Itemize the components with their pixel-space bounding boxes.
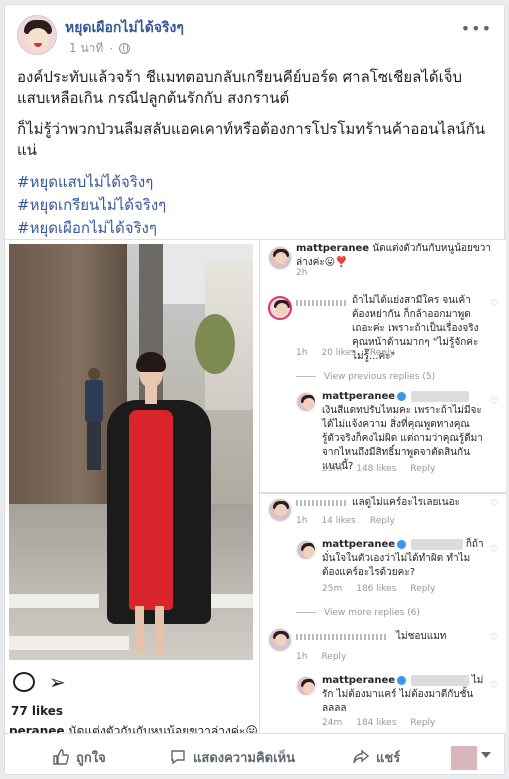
- verified-icon: [397, 675, 407, 685]
- comment-button[interactable]: แสดงความคิดเห็น: [170, 744, 295, 770]
- comment-meta: 2h: [296, 268, 308, 278]
- post-text-paragraph-2: ก็ไม่รู้ว่าพวกป่วนลืมสลับแอคเคาท์หรือต้อ…: [17, 120, 485, 159]
- comment-label: แสดงความคิดเห็น: [193, 750, 296, 766]
- comment-user: mattperanee: [322, 539, 396, 550]
- like-button[interactable]: ถูกใจ: [53, 744, 106, 770]
- page-name-link[interactable]: หยุดเผือกไม่ได้จริงๆ: [65, 17, 184, 39]
- like-label: ถูกใจ: [76, 750, 106, 766]
- view-more-replies[interactable]: View more replies (6): [296, 608, 420, 618]
- comment-bubble-icon: [13, 672, 35, 692]
- verified-icon: [397, 539, 407, 549]
- avatar: [268, 498, 292, 522]
- avatar: [268, 628, 292, 652]
- post-card: หยุดเผือกไม่ได้จริงๆ 1 นาที · ••• องค์ปร…: [4, 4, 506, 775]
- hashtag-link[interactable]: #หยุดแสบไม่ได้จริงๆ: [17, 171, 490, 194]
- comment-text: แลดูไม่แคร์อะไรเลยเนอะ: [352, 497, 461, 508]
- comment-text: เงินสีแดทปรับไหมคะ เพราะถ้าไม่มีจะได้ไม่…: [322, 405, 483, 472]
- avatar: [296, 392, 316, 412]
- woman-in-red-dress: [87, 338, 213, 660]
- heart-icon[interactable]: ♡: [490, 500, 499, 509]
- hashtag-link[interactable]: #หยุดเผือกไม่ได้จริงๆ: [17, 217, 490, 240]
- comment-text: ไม่ชอบแมท: [396, 631, 447, 642]
- share-label: แชร์: [376, 750, 401, 766]
- share-button[interactable]: แชร์: [353, 744, 400, 770]
- heart-icon[interactable]: ♡: [490, 682, 499, 691]
- view-previous-replies[interactable]: View previous replies (5): [296, 372, 435, 382]
- comment-meta: 1h 14 likes Reply: [296, 516, 395, 526]
- comment-icon: [170, 749, 186, 765]
- instagram-caption: peranee นัดแต่งตัวกันกับหนูน้อยขวาล่างค่…: [9, 724, 258, 734]
- chevron-down-icon[interactable]: [481, 752, 491, 758]
- avatar: [296, 676, 316, 696]
- comment-meta: 1h 20 likes Reply: [296, 348, 395, 358]
- post-meta: 1 นาที ·: [69, 39, 131, 58]
- comment-meta: 59m 148 likes Reply: [322, 464, 436, 474]
- post-text: องค์ประทับแล้วจร้า ชีแมทตอบกลับเกรียนคีย…: [17, 67, 490, 240]
- avatar: [296, 540, 316, 560]
- avatar: [268, 246, 292, 270]
- comments-screenshot-2: แลดูไม่แคร์อะไรเลยเนอะ ♡ 1h 14 likes Reply…: [260, 492, 506, 733]
- instagram-photo-panel: ➢ 77 likes peranee นัดแต่งตัวกันกับหนูน้…: [5, 240, 258, 734]
- avatar: [268, 296, 292, 320]
- post-timestamp[interactable]: 1 นาที: [69, 39, 103, 58]
- heart-icon[interactable]: ♡: [490, 398, 499, 407]
- comment-user: mattperanee: [296, 243, 370, 254]
- instagram-likes: 77 likes: [11, 704, 64, 718]
- heart-icon[interactable]: ♡: [490, 634, 499, 643]
- globe-icon[interactable]: [119, 43, 131, 54]
- verified-icon: [397, 391, 407, 401]
- profile-selector-avatar[interactable]: [451, 746, 477, 770]
- post-image[interactable]: ➢ 77 likes peranee นัดแต่งตัวกันกับหนูน้…: [5, 239, 506, 734]
- send-icon: ➢: [49, 670, 66, 694]
- share-icon: [353, 749, 370, 765]
- comment-meta: 1h Reply: [296, 652, 347, 662]
- street-photo: [9, 244, 253, 660]
- comments-screenshot-1: mattperanee นัดแต่งตัวกันกับหนูน้อยขวาล่…: [260, 240, 506, 490]
- page-avatar[interactable]: [17, 15, 57, 55]
- heart-icon[interactable]: ♡: [490, 300, 499, 309]
- hashtag-link[interactable]: #หยุดเกรียนไม่ได้จริงๆ: [17, 194, 490, 217]
- thumbs-up-icon: [53, 749, 69, 765]
- post-header: หยุดเผือกไม่ได้จริงๆ 1 นาที · •••: [17, 15, 492, 61]
- post-text-paragraph-1: องค์ประทับแล้วจร้า ชีแมทตอบกลับเกรียนคีย…: [17, 68, 463, 107]
- instagram-comments-panel: mattperanee นัดแต่งตัวกันกับหนูน้อยขวาล่…: [259, 240, 506, 733]
- heart-icon[interactable]: ♡: [490, 546, 499, 555]
- comment-user: mattperanee: [322, 391, 396, 402]
- comment-meta: 25m 186 likes Reply: [322, 584, 436, 594]
- instagram-actions: ➢: [11, 670, 251, 694]
- comment-user: mattperanee: [322, 675, 396, 686]
- hashtags: #หยุดแสบไม่ได้จริงๆ #หยุดเกรียนไม่ได้จริ…: [17, 171, 490, 240]
- more-options-icon[interactable]: •••: [461, 19, 492, 38]
- post-action-bar: ถูกใจ แสดงความคิดเห็น แชร์: [5, 740, 504, 774]
- comment-meta: 24m 184 likes Reply: [322, 718, 436, 728]
